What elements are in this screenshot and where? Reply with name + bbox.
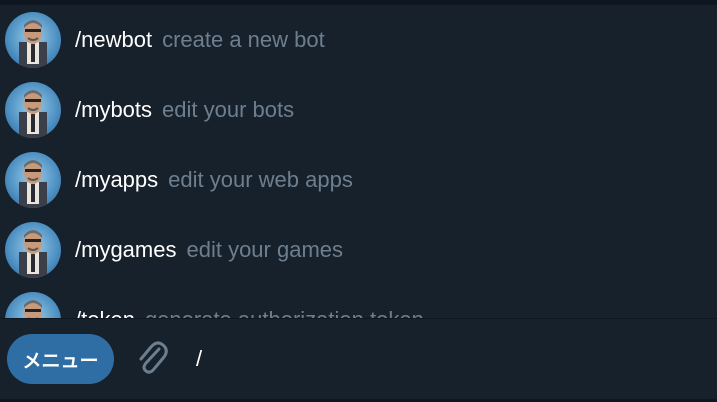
message-input[interactable]	[196, 341, 696, 377]
command-description: create a new bot	[162, 27, 325, 52]
message-composer: メニュー	[0, 319, 717, 399]
command-name: /mygames	[75, 237, 177, 262]
command-name: /token	[75, 307, 135, 318]
command-text: /myapps edit your web apps	[75, 167, 353, 193]
command-text: /token generate authorization token	[75, 307, 424, 318]
command-text: /newbot create a new bot	[75, 27, 325, 53]
command-description: edit your bots	[162, 97, 295, 122]
bot-avatar	[5, 152, 61, 208]
command-name: /newbot	[75, 27, 153, 52]
bot-menu-button[interactable]: メニュー	[7, 334, 114, 384]
bot-avatar	[5, 222, 61, 278]
command-item-newbot[interactable]: /newbot create a new bot	[0, 5, 717, 75]
bot-avatar	[5, 292, 61, 318]
command-text: /mybots edit your bots	[75, 97, 294, 123]
command-description: edit your web apps	[168, 167, 353, 192]
command-description: edit your games	[186, 237, 344, 262]
command-item-token[interactable]: /token generate authorization token	[0, 285, 717, 318]
command-suggestions-panel: /newbot create a new bot /mybots edit your…	[0, 5, 717, 318]
paperclip-icon	[135, 339, 169, 382]
attach-button[interactable]	[133, 340, 171, 380]
bot-avatar	[5, 12, 61, 68]
command-item-myapps[interactable]: /myapps edit your web apps	[0, 145, 717, 215]
command-item-mybots[interactable]: /mybots edit your bots	[0, 75, 717, 145]
command-name: /myapps	[75, 167, 159, 192]
command-item-mygames[interactable]: /mygames edit your games	[0, 215, 717, 285]
command-description: generate authorization token	[145, 307, 424, 318]
bot-avatar	[5, 82, 61, 138]
command-text: /mygames edit your games	[75, 237, 343, 263]
command-name: /mybots	[75, 97, 153, 122]
